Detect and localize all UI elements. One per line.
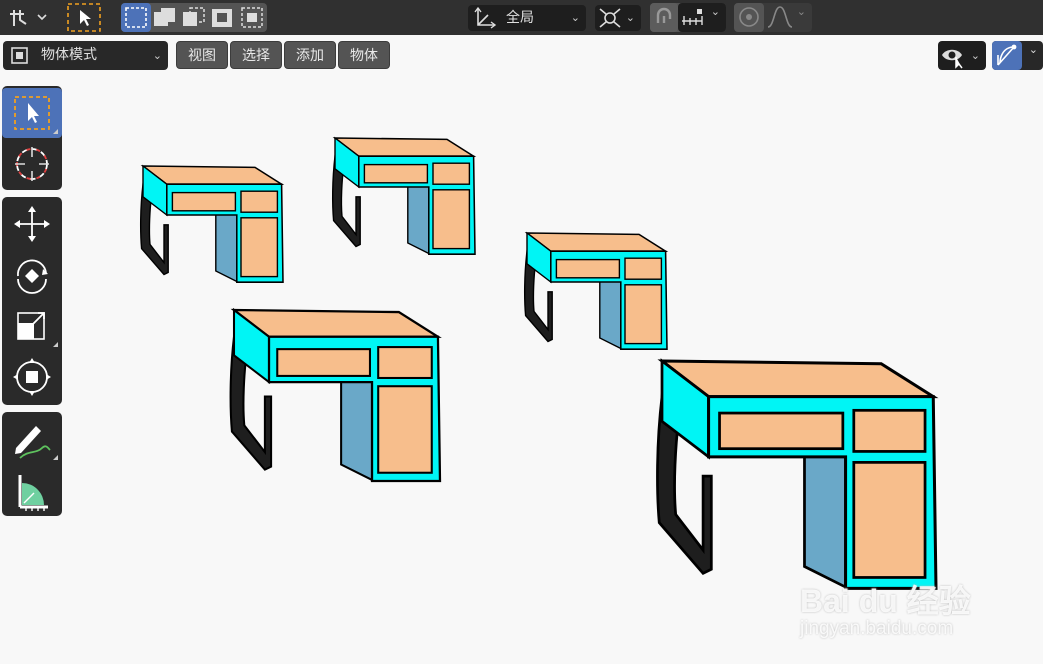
watermark-logo: Bai du 经验: [800, 583, 971, 619]
desk-object-1[interactable]: [139, 165, 284, 283]
watermark-url: jingyan.baidu.com: [800, 618, 954, 639]
viewport-scene: [139, 137, 938, 590]
desk-object-3[interactable]: [523, 232, 668, 350]
desk-object-4[interactable]: [229, 308, 442, 483]
desk-object-5[interactable]: [655, 359, 938, 590]
desk-object-2[interactable]: [331, 137, 476, 255]
